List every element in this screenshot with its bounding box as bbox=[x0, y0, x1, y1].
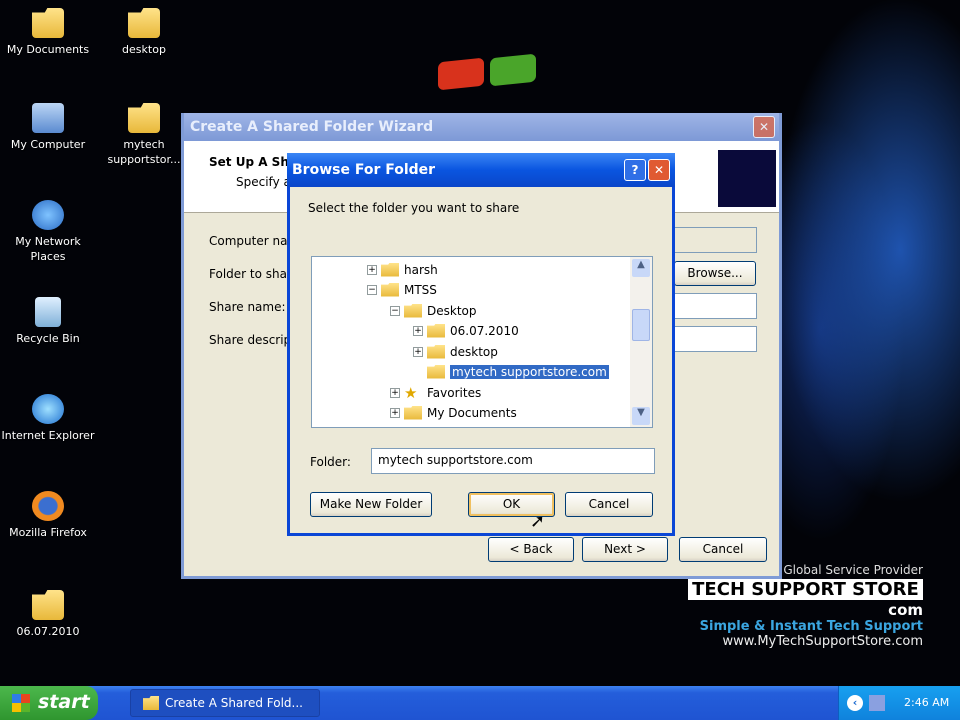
show-hidden-icons-icon[interactable]: ‹ bbox=[847, 695, 863, 711]
folder-icon bbox=[427, 323, 445, 338]
computer-name-label: Computer na bbox=[209, 234, 288, 248]
next-button[interactable]: Next > bbox=[582, 537, 668, 562]
tree-item-mytech-selected[interactable]: mytech supportstore.com bbox=[427, 362, 609, 381]
back-button[interactable]: < Back bbox=[488, 537, 574, 562]
my-documents-icon bbox=[32, 8, 64, 38]
collapse-icon[interactable]: − bbox=[367, 284, 377, 295]
expand-icon[interactable]: + bbox=[413, 346, 423, 357]
my-computer-icon bbox=[32, 103, 64, 133]
windows-logo bbox=[438, 53, 538, 120]
desktop-icon-06072010[interactable]: 06.07.2010 bbox=[0, 590, 96, 639]
desktop-icon-mytech[interactable]: mytech supportstor... bbox=[96, 103, 192, 167]
share-description-input[interactable] bbox=[669, 326, 757, 352]
system-tray: ‹ 2:46 AM bbox=[838, 686, 960, 720]
tree-item-mtss[interactable]: − MTSS bbox=[367, 280, 437, 299]
tree-item-harsh[interactable]: + harsh bbox=[367, 260, 438, 279]
taskbar: start Create A Shared Fold... ‹ 2:46 AM bbox=[0, 686, 960, 720]
computer-name-field bbox=[669, 227, 757, 253]
internet-explorer-icon bbox=[32, 394, 64, 424]
folder-icon bbox=[381, 282, 399, 297]
share-description-label: Share descrip bbox=[209, 333, 292, 347]
dialog-prompt: Select the folder you want to share bbox=[308, 201, 520, 215]
desktop-icon-recycle-bin[interactable]: Recycle Bin bbox=[0, 297, 96, 346]
desktop-icon-my-documents[interactable]: My Documents bbox=[0, 8, 96, 57]
browse-for-folder-dialog: Browse For Folder ? ✕ Select the folder … bbox=[287, 153, 675, 536]
help-button[interactable]: ? bbox=[624, 159, 646, 181]
star-icon: ★ bbox=[404, 383, 418, 402]
tree-scrollbar[interactable]: ▲ ▼ bbox=[630, 257, 652, 427]
folder-icon bbox=[404, 405, 422, 420]
folder-icon bbox=[128, 8, 160, 38]
scroll-down-icon[interactable]: ▼ bbox=[632, 407, 650, 425]
folder-icon bbox=[427, 364, 445, 379]
folder-tree[interactable]: + harsh − MTSS − Desktop +06.07.2010 + deskt… bbox=[311, 256, 653, 428]
scrollbar-thumb[interactable] bbox=[632, 309, 650, 341]
expand-icon[interactable]: + bbox=[413, 325, 423, 336]
folder-to-share-label: Folder to sha bbox=[209, 267, 287, 281]
tree-item-favorites[interactable]: + ★ Favorites bbox=[390, 383, 481, 402]
wizard-header-title: Set Up A Sh bbox=[209, 155, 289, 169]
desktop-icon-network[interactable]: My Network Places bbox=[0, 200, 96, 264]
folder-icon bbox=[128, 103, 160, 133]
folder-label: Folder: bbox=[310, 455, 351, 469]
desktop-icon-desktop[interactable]: desktop bbox=[96, 8, 192, 57]
dialog-close-button[interactable]: ✕ bbox=[648, 159, 670, 181]
folder-icon bbox=[381, 262, 399, 277]
dialog-title: Browse For Folder bbox=[292, 162, 436, 178]
folder-icon bbox=[404, 303, 422, 318]
wizard-cancel-button[interactable]: Cancel bbox=[679, 537, 767, 562]
folder-icon bbox=[427, 344, 445, 359]
expand-icon[interactable]: + bbox=[367, 264, 377, 275]
folder-icon bbox=[32, 590, 64, 620]
windows-flag-icon bbox=[12, 694, 30, 712]
tree-item-desktop-sub[interactable]: + desktop bbox=[413, 342, 498, 361]
desktop-icon-my-computer[interactable]: My Computer bbox=[0, 103, 96, 152]
start-button[interactable]: start bbox=[0, 686, 98, 720]
tree-item-06072010[interactable]: +06.07.2010 bbox=[413, 321, 519, 340]
scroll-up-icon[interactable]: ▲ bbox=[632, 259, 650, 277]
desktop-icon-firefox[interactable]: Mozilla Firefox bbox=[0, 491, 96, 540]
tree-item-my-documents[interactable]: + My Documents bbox=[390, 403, 517, 422]
folder-input[interactable]: mytech supportstore.com bbox=[371, 448, 655, 474]
make-new-folder-button[interactable]: Make New Folder bbox=[310, 492, 432, 517]
wizard-close-button[interactable]: ✕ bbox=[753, 116, 775, 138]
wizard-header-subtitle: Specify a bbox=[236, 175, 291, 189]
shared-folder-logo-icon bbox=[718, 150, 776, 207]
share-name-input[interactable] bbox=[669, 293, 757, 319]
taskbar-item-wizard[interactable]: Create A Shared Fold... bbox=[130, 689, 320, 717]
wizard-title: Create A Shared Folder Wizard bbox=[190, 119, 434, 135]
brand-logo: TECH SUPPORT STORE bbox=[688, 579, 923, 600]
expand-icon[interactable]: + bbox=[390, 407, 400, 418]
desktop-icon-ie[interactable]: Internet Explorer bbox=[0, 394, 96, 443]
wizard-title-bar[interactable]: Create A Shared Folder Wizard bbox=[184, 113, 779, 141]
recycle-bin-icon bbox=[35, 297, 61, 327]
firefox-icon bbox=[32, 491, 64, 521]
dialog-cancel-button[interactable]: Cancel bbox=[565, 492, 653, 517]
dialog-title-bar[interactable]: Browse For Folder bbox=[287, 153, 675, 187]
browse-button[interactable]: Browse... bbox=[674, 261, 756, 286]
tree-item-desktop[interactable]: − Desktop bbox=[390, 301, 477, 320]
mouse-cursor-icon: ➚ bbox=[530, 511, 546, 532]
network-status-icon[interactable] bbox=[869, 695, 885, 711]
clock[interactable]: 2:46 AM bbox=[904, 696, 949, 709]
share-name-label: Share name: bbox=[209, 300, 286, 314]
tech-support-store-watermark: Global Service Provider TECH SUPPORT STO… bbox=[688, 563, 923, 649]
network-places-icon bbox=[32, 200, 64, 230]
shared-folder-icon bbox=[143, 696, 159, 710]
expand-icon[interactable]: + bbox=[390, 387, 400, 398]
collapse-icon[interactable]: − bbox=[390, 305, 400, 316]
